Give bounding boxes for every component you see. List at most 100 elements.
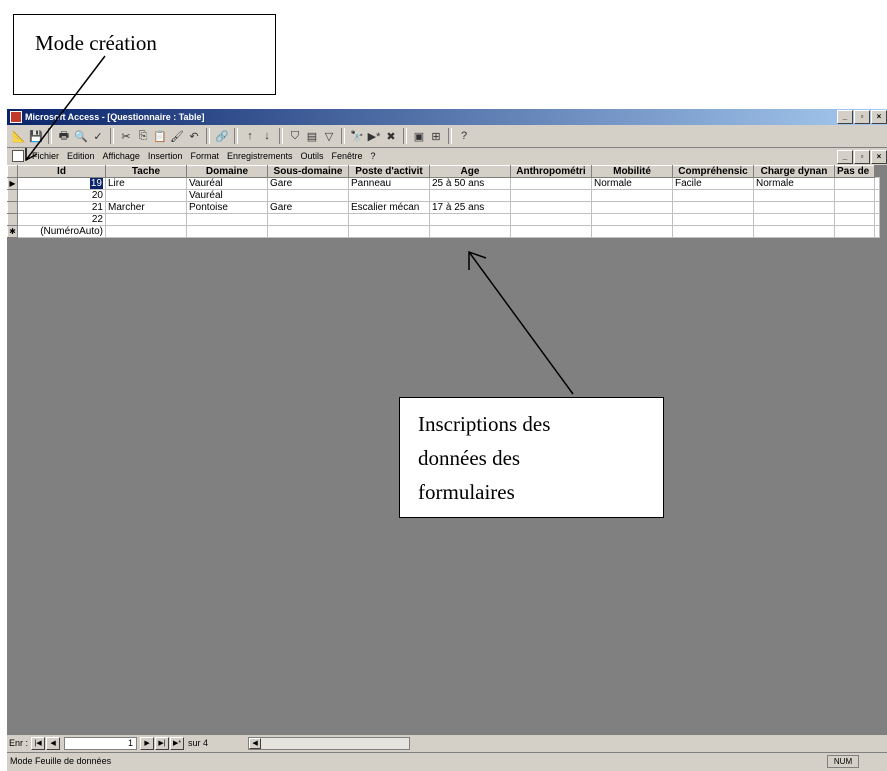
table-cell[interactable] xyxy=(874,213,880,226)
table-cell[interactable]: Vauréal xyxy=(186,177,268,190)
header-selector[interactable] xyxy=(7,165,18,178)
new-object-icon[interactable]: ⊞ xyxy=(428,128,444,144)
menu-enregistrements[interactable]: Enregistrements xyxy=(223,151,297,161)
column-header[interactable]: Mobilité xyxy=(591,165,673,178)
table-cell[interactable]: Facile xyxy=(672,177,754,190)
table-cell[interactable] xyxy=(591,201,673,214)
table-cell[interactable] xyxy=(753,213,835,226)
next-record-button[interactable]: ▶ xyxy=(140,736,155,750)
undo-icon[interactable]: ↶ xyxy=(186,128,202,144)
table-cell[interactable] xyxy=(105,189,187,202)
first-record-button[interactable]: |◀ xyxy=(31,736,46,750)
record-selector[interactable] xyxy=(7,201,18,214)
table-cell[interactable] xyxy=(348,225,430,238)
table-row[interactable]: 22 xyxy=(7,213,880,226)
column-header[interactable]: Age xyxy=(429,165,511,178)
table-cell[interactable]: Gare xyxy=(267,201,349,214)
menu-fichier[interactable]: Fichier xyxy=(28,151,63,161)
column-header[interactable]: Id xyxy=(17,165,106,178)
menu-outils[interactable]: Outils xyxy=(297,151,328,161)
record-selector[interactable] xyxy=(7,213,18,226)
close-button[interactable]: × xyxy=(871,110,887,124)
minimize-button[interactable]: _ xyxy=(837,110,853,124)
table-cell[interactable] xyxy=(510,177,592,190)
format-painter-icon[interactable]: 🖌 xyxy=(169,128,185,144)
apply-filter-icon[interactable]: ▽ xyxy=(321,128,337,144)
table-cell[interactable]: 21 xyxy=(17,201,106,214)
column-header[interactable]: Sous-domaine xyxy=(267,165,349,178)
table-cell[interactable]: Marcher xyxy=(105,201,187,214)
table-cell[interactable] xyxy=(105,225,187,238)
print-preview-icon[interactable]: 🔍 xyxy=(73,128,89,144)
table-cell[interactable] xyxy=(672,213,754,226)
menu-help[interactable]: ? xyxy=(367,151,380,161)
table-row[interactable]: 20 Vauréal xyxy=(7,189,880,202)
find-icon[interactable]: 🔭 xyxy=(349,128,365,144)
column-header[interactable]: Domaine xyxy=(186,165,268,178)
previous-record-button[interactable]: ◀ xyxy=(46,736,61,750)
new-record-icon[interactable]: ▶* xyxy=(366,128,382,144)
table-cell[interactable] xyxy=(672,225,754,238)
table-row[interactable]: ✱ (NuméroAuto) xyxy=(7,225,880,238)
menu-insertion[interactable]: Insertion xyxy=(144,151,187,161)
table-cell[interactable] xyxy=(429,189,511,202)
copy-icon[interactable]: ⎘ xyxy=(135,128,151,144)
spelling-icon[interactable]: ✓ xyxy=(90,128,106,144)
table-cell[interactable]: 25 à 50 ans xyxy=(429,177,511,190)
new-record-nav-button[interactable]: ▶* xyxy=(170,736,185,750)
column-header[interactable]: Charge dynan xyxy=(753,165,835,178)
table-cell[interactable] xyxy=(874,201,880,214)
table-cell[interactable]: Panneau xyxy=(348,177,430,190)
paste-icon[interactable]: 📋 xyxy=(152,128,168,144)
record-selector[interactable]: ✱ xyxy=(7,225,18,238)
horizontal-scrollbar[interactable]: ◀ xyxy=(248,736,411,750)
doc-close-button[interactable]: × xyxy=(871,150,887,164)
table-cell[interactable]: 19 xyxy=(17,177,106,190)
table-cell[interactable] xyxy=(186,225,268,238)
table-cell[interactable] xyxy=(834,189,875,202)
restore-button[interactable]: ▫ xyxy=(854,110,870,124)
help-icon[interactable]: ? xyxy=(456,128,472,144)
table-cell[interactable] xyxy=(429,225,511,238)
table-cell[interactable] xyxy=(510,189,592,202)
record-selector[interactable]: ▶ xyxy=(7,177,18,190)
table-cell[interactable] xyxy=(874,189,880,202)
table-cell[interactable] xyxy=(834,213,875,226)
table-cell[interactable] xyxy=(834,201,875,214)
table-cell[interactable] xyxy=(834,225,875,238)
table-cell[interactable] xyxy=(267,213,349,226)
table-cell[interactable]: 20 xyxy=(17,189,106,202)
table-row[interactable]: 21 Marcher Pontoise Gare Escalier mécan 17 à … xyxy=(7,201,880,214)
table-cell[interactable] xyxy=(267,189,349,202)
scroll-left-icon[interactable]: ◀ xyxy=(249,737,262,749)
table-cell[interactable] xyxy=(429,213,511,226)
sort-ascending-icon[interactable]: ↑ xyxy=(242,128,258,144)
filter-selection-icon[interactable]: ⛉ xyxy=(287,128,303,144)
table-cell[interactable]: (NuméroAuto) xyxy=(17,225,106,238)
table-cell[interactable] xyxy=(672,189,754,202)
doc-minimize-button[interactable]: _ xyxy=(837,150,853,164)
table-cell[interactable] xyxy=(672,201,754,214)
table-cell[interactable] xyxy=(874,177,880,190)
column-header[interactable]: Compréhensic xyxy=(672,165,754,178)
column-header[interactable]: Anthropométri xyxy=(510,165,592,178)
table-cell[interactable] xyxy=(591,213,673,226)
table-cell[interactable] xyxy=(510,213,592,226)
table-cell[interactable] xyxy=(753,189,835,202)
record-number-input[interactable]: 1 xyxy=(64,736,138,750)
table-cell[interactable]: Normale xyxy=(591,177,673,190)
save-icon[interactable]: 💾 xyxy=(28,128,44,144)
cut-icon[interactable]: ✂ xyxy=(118,128,134,144)
column-header[interactable]: Poste d'activit xyxy=(348,165,430,178)
sort-descending-icon[interactable]: ↓ xyxy=(259,128,275,144)
doc-restore-button[interactable]: ▫ xyxy=(854,150,870,164)
table-cell[interactable]: Normale xyxy=(753,177,835,190)
table-cell[interactable] xyxy=(510,201,592,214)
table-cell[interactable]: Escalier mécan xyxy=(348,201,430,214)
menu-edition[interactable]: Edition xyxy=(63,151,99,161)
table-cell[interactable]: Gare xyxy=(267,177,349,190)
table-cell[interactable] xyxy=(186,213,268,226)
menu-affichage[interactable]: Affichage xyxy=(99,151,144,161)
table-cell[interactable] xyxy=(510,225,592,238)
menu-format[interactable]: Format xyxy=(186,151,223,161)
